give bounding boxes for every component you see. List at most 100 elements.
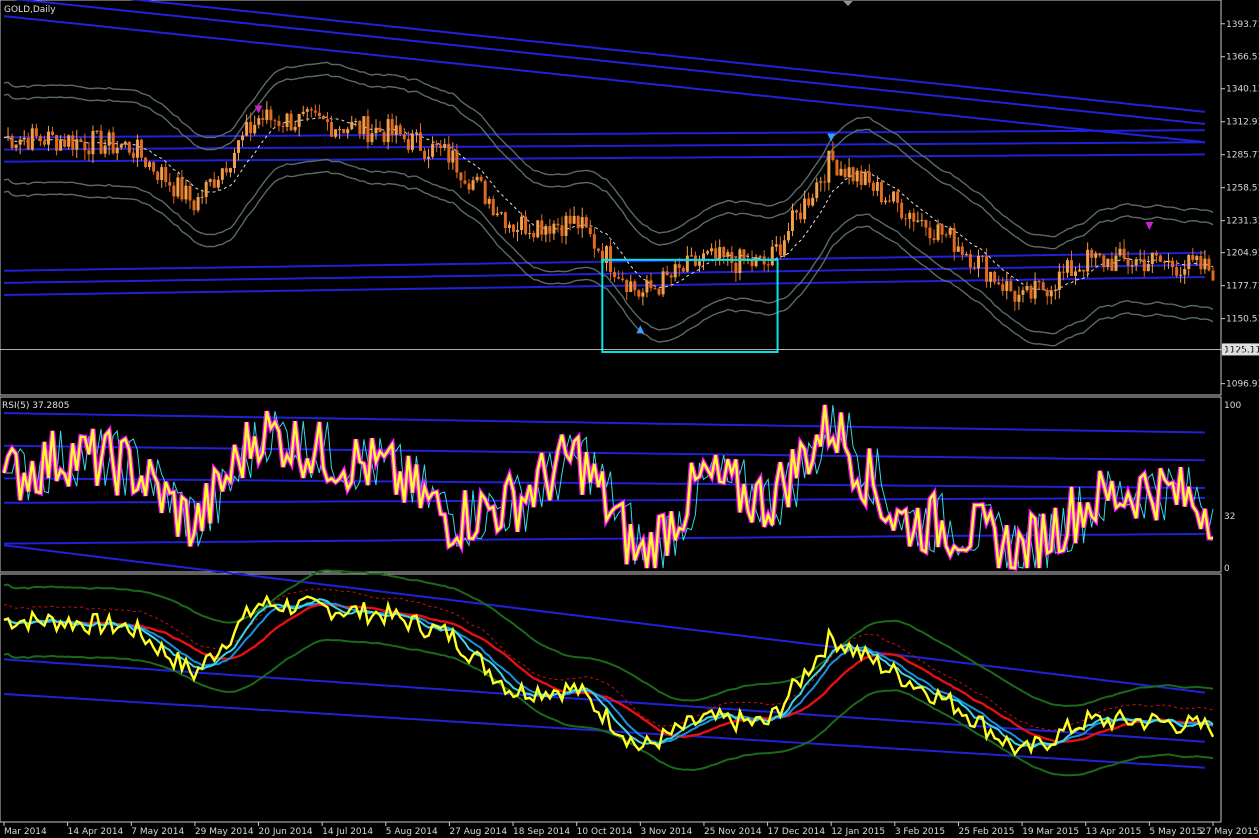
candle-body	[726, 252, 730, 257]
candle-body	[463, 180, 467, 184]
price-tick-label: 1312.91	[1226, 118, 1259, 128]
candle-body	[309, 109, 313, 111]
candle-body	[993, 271, 997, 283]
candle-body	[216, 179, 220, 188]
time-tick-label: 3 Nov 2014	[640, 827, 692, 837]
candle-body	[1191, 255, 1195, 261]
time-tick-label: 17 Dec 2014	[768, 827, 826, 837]
candle-body	[532, 232, 536, 238]
candle-body	[924, 220, 928, 228]
candle-body	[580, 217, 584, 229]
candle-body	[289, 113, 293, 131]
candle-body	[588, 227, 592, 235]
candle-body	[503, 212, 507, 228]
candle-body	[269, 109, 273, 121]
candle-body	[160, 167, 164, 180]
candle-body	[1065, 260, 1069, 273]
candle-body	[964, 254, 968, 256]
candle-body	[297, 113, 301, 127]
candle-body	[952, 228, 956, 252]
candle-body	[249, 121, 253, 134]
candle-body	[637, 290, 641, 297]
price-tick-label: 1393.71	[1226, 20, 1259, 30]
candle-body	[370, 133, 374, 143]
candle-body	[1053, 289, 1057, 291]
candle-body	[10, 135, 14, 148]
candle-body	[495, 213, 499, 216]
candle-body	[722, 247, 726, 257]
candle-body	[334, 129, 338, 137]
candle-body	[439, 145, 443, 148]
candle-body	[321, 116, 325, 120]
candle-body	[135, 139, 139, 158]
candle-body	[431, 143, 435, 157]
candle-body	[277, 120, 281, 126]
candle-body	[985, 256, 989, 282]
rsi-tick-label: 100	[1224, 401, 1241, 411]
candle-body	[819, 181, 823, 183]
candle-body	[1118, 248, 1122, 256]
candle-body	[888, 200, 892, 202]
candle-body	[568, 215, 572, 224]
candle-body	[556, 223, 560, 226]
candle-body	[42, 141, 46, 145]
time-tick-label: 14 Apr 2014	[68, 827, 124, 837]
candle-body	[156, 171, 160, 180]
candle-body	[83, 141, 87, 151]
candle-body	[18, 139, 22, 145]
candle-body	[139, 139, 143, 158]
candle-body	[374, 127, 378, 134]
candle-body	[649, 280, 653, 289]
price-tick-label: 1258.51	[1226, 184, 1259, 194]
candle-body	[564, 215, 568, 236]
candle-body	[1061, 271, 1065, 273]
candle-body	[107, 132, 111, 146]
candle-body	[1041, 282, 1045, 291]
candle-body	[714, 248, 718, 259]
candle-body	[1009, 281, 1013, 292]
candle-body	[168, 181, 172, 186]
candle-body	[900, 202, 904, 219]
candle-body	[301, 111, 305, 114]
chart-background	[0, 0, 1259, 838]
candle-body	[669, 275, 673, 278]
candle-body	[1017, 294, 1021, 302]
candle-body	[892, 191, 896, 202]
candle-body	[1045, 290, 1049, 297]
candle-body	[540, 220, 544, 235]
candle-body	[338, 128, 342, 130]
candle-body	[1005, 281, 1009, 291]
candle-body	[394, 125, 398, 135]
candle-body	[257, 118, 261, 125]
candle-body	[237, 140, 241, 153]
candle-body	[228, 168, 232, 173]
candle-body	[390, 119, 394, 135]
candle-body	[30, 128, 34, 150]
candle-body	[471, 180, 475, 190]
candle-body	[281, 125, 285, 127]
chart-canvas[interactable]: 1125.11 GOLD,Daily RSI(5) 37.2805 1393.7…	[0, 0, 1259, 838]
candle-body	[1122, 248, 1126, 259]
candle-body	[418, 132, 422, 151]
candle-body	[487, 198, 491, 204]
candle-body	[770, 246, 774, 266]
time-tick-label: 12 Jan 2015	[831, 827, 885, 837]
candle-body	[325, 119, 329, 123]
candle-body	[358, 120, 362, 135]
candle-body	[795, 210, 799, 213]
candle-body	[932, 238, 936, 240]
candle-body	[22, 137, 26, 140]
candle-body	[827, 150, 831, 183]
candle-body	[1049, 290, 1053, 297]
candle-body	[265, 109, 269, 120]
time-tick-label: 5 May 2015	[1149, 827, 1202, 837]
candle-body	[1069, 260, 1073, 276]
candle-body	[1142, 259, 1146, 272]
indicator-title: RSI(5) 37.2805	[2, 401, 69, 411]
candle-body	[823, 181, 827, 183]
candle-body	[366, 116, 370, 143]
candle-body	[224, 168, 228, 173]
time-tick-label: 13 Apr 2015	[1086, 827, 1142, 837]
candle-body	[1183, 269, 1187, 275]
candle-body	[34, 128, 38, 137]
